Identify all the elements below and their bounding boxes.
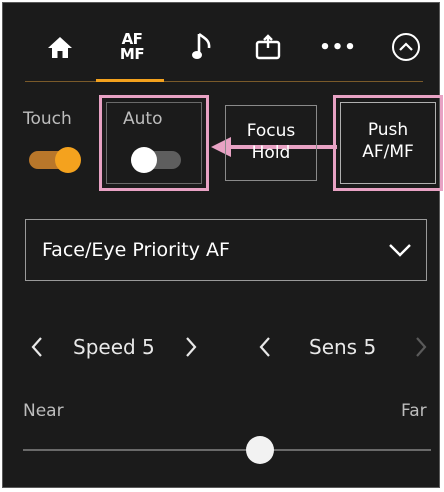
push-line2: AF/MF [362,142,414,162]
touch-toggle-knob [55,147,81,173]
collapse-button[interactable] [383,27,429,67]
home-icon [48,37,72,58]
push-af-mf-button[interactable]: Push AF/MF [340,102,436,184]
auto-label: Auto [123,109,163,129]
sens-value: Sens 5 [309,335,377,359]
more-icon: ••• [319,36,357,58]
far-label: Far [401,401,427,421]
auto-toggle-knob [131,147,157,173]
focus-slider-track[interactable] [23,449,431,451]
speed-value: Speed 5 [73,335,155,359]
sens-prev-chevron-icon[interactable] [257,336,273,358]
speed-prev-chevron-icon[interactable] [29,336,45,358]
tab-mf-label: MF [119,45,145,63]
focus-hold-line1: Focus [246,121,296,141]
tab-audio[interactable] [183,27,223,67]
focus-hold-line2: Hold [251,143,291,163]
sens-next-chevron-icon[interactable] [413,336,429,358]
tab-more[interactable]: ••• [315,27,361,67]
touch-label: Touch [23,109,72,129]
chevron-up-circle-icon [392,33,420,61]
focus-hold-button[interactable]: Focus Hold [225,105,317,181]
af-control-panel: AF MF ••• Touch Auto Focus Hold Push AF/… [2,2,443,488]
assign-icon [255,34,281,60]
auto-toggle[interactable] [129,145,185,175]
tab-home[interactable] [37,27,83,67]
chevron-down-icon [389,244,411,257]
focus-slider-knob[interactable] [245,436,274,464]
tab-divider [25,81,423,82]
speed-next-chevron-icon[interactable] [183,336,199,358]
tab-assign[interactable] [245,27,291,67]
af-mode-selected: Face/Eye Priority AF [42,239,230,261]
tab-af-mf[interactable]: AF MF [103,27,161,67]
near-label: Near [23,401,64,421]
push-line1: Push [367,120,409,140]
touch-toggle[interactable] [29,145,83,175]
af-mode-dropdown[interactable]: Face/Eye Priority AF [25,219,427,281]
tab-active-indicator [96,79,164,82]
music-note-icon [192,32,211,59]
